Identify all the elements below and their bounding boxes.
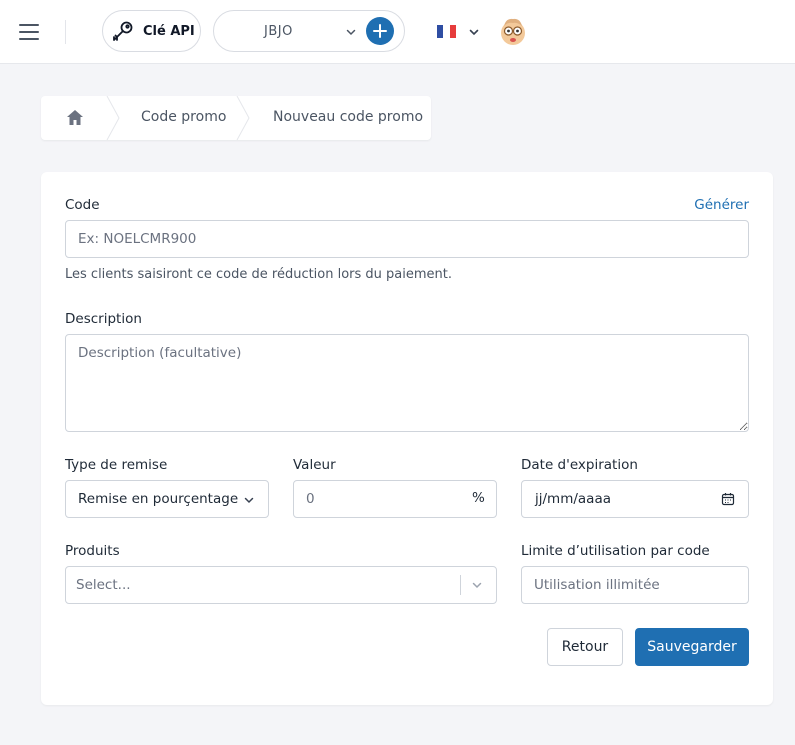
value-label: Valeur	[293, 457, 336, 473]
discount-type-select[interactable]: Remise en pourçentage	[65, 480, 269, 518]
language-chevron-down-icon[interactable]	[468, 26, 480, 38]
back-button[interactable]: Retour	[547, 628, 623, 666]
chevron-down-icon	[472, 582, 482, 589]
breadcrumb: Code promo Nouveau code promo	[41, 96, 431, 140]
add-store-button[interactable]	[366, 17, 394, 45]
breadcrumb-separator-icon	[236, 96, 250, 140]
france-flag-icon[interactable]	[437, 25, 456, 38]
percent-suffix: %	[472, 490, 485, 506]
avatar[interactable]	[496, 14, 530, 48]
breadcrumb-item-new-promo-code: Nouveau code promo	[273, 109, 424, 125]
discount-type-value: Remise en pourçentage	[78, 491, 239, 507]
top-bar: Clé API JBJO	[0, 0, 795, 64]
usage-limit-input[interactable]	[521, 566, 749, 604]
select-separator	[460, 575, 461, 595]
plus-icon	[373, 24, 387, 38]
breadcrumb-separator-icon	[106, 96, 120, 140]
key-icon	[113, 21, 133, 41]
store-selector[interactable]: JBJO	[213, 10, 405, 52]
expiration-date-label: Date d'expiration	[521, 457, 638, 473]
value-input[interactable]	[293, 480, 497, 518]
description-label: Description	[65, 311, 142, 327]
home-icon[interactable]	[66, 109, 84, 126]
save-button[interactable]: Sauvegarder	[635, 628, 749, 666]
code-help-text: Les clients saisiront ce code de réducti…	[65, 267, 453, 282]
api-key-button[interactable]: Clé API	[102, 10, 201, 52]
generate-code-link[interactable]: Générer	[694, 197, 749, 213]
products-label: Produits	[65, 543, 120, 559]
api-key-label: Clé API	[143, 23, 195, 39]
products-select[interactable]: Select...	[65, 566, 497, 604]
products-placeholder: Select...	[76, 577, 131, 593]
store-name: JBJO	[264, 24, 293, 39]
expiration-date-placeholder: jj/mm/aaaa	[535, 491, 611, 507]
calendar-icon[interactable]	[721, 492, 735, 506]
header-divider	[65, 20, 66, 44]
chevron-down-icon	[346, 29, 356, 36]
breadcrumb-item-promo-code[interactable]: Code promo	[141, 109, 226, 125]
description-textarea[interactable]	[65, 334, 749, 432]
chevron-down-icon	[244, 497, 254, 504]
menu-icon[interactable]	[19, 24, 39, 40]
code-label: Code	[65, 197, 100, 213]
discount-type-label: Type de remise	[65, 457, 168, 473]
expiration-date-input[interactable]: jj/mm/aaaa	[521, 480, 749, 518]
usage-limit-label: Limite d’utilisation par code	[521, 543, 710, 559]
code-input[interactable]	[65, 220, 749, 258]
promo-code-form-card: Code Générer Les clients saisiront ce co…	[41, 172, 773, 705]
